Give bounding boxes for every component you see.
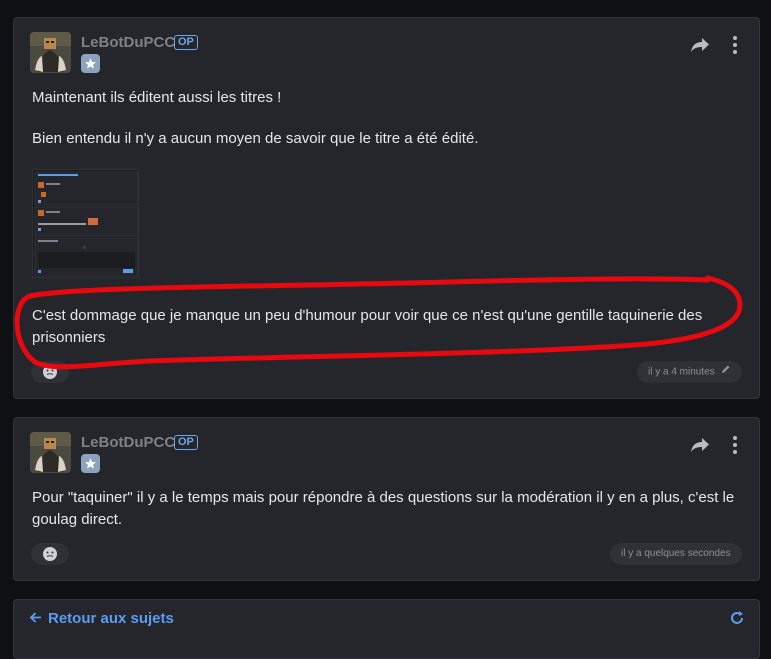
author-name[interactable]: LeBotDuPCC — [81, 434, 175, 451]
more-options-icon[interactable] — [727, 434, 743, 456]
rank-star-icon — [81, 454, 100, 473]
post-paragraph: Pour "taquiner" il y a le temps mais pou… — [32, 489, 735, 528]
post-paragraph: C'est dommage que je manque un peu d'hum… — [32, 307, 703, 346]
more-options-icon[interactable] — [727, 34, 743, 56]
avatar[interactable] — [30, 432, 71, 473]
avatar[interactable] — [30, 32, 71, 73]
refresh-icon[interactable] — [729, 610, 745, 626]
op-badge: OP — [174, 35, 198, 50]
post-paragraph: Bien entendu il n'y a aucun moyen de sav… — [32, 130, 479, 147]
topic-footer-bar: Retour aux sujets — [13, 599, 760, 659]
share-icon[interactable] — [689, 36, 711, 54]
op-badge: OP — [174, 435, 198, 450]
back-label: Retour aux sujets — [48, 610, 174, 627]
rank-star-icon — [81, 54, 100, 73]
timestamp-text: il y a 4 minutes — [648, 366, 715, 378]
screenshot-thumbnail[interactable] — [32, 169, 139, 278]
arrow-left-icon — [29, 610, 42, 627]
post-card: LeBotDuPCC OP Maintenant ils éditent aus… — [13, 17, 760, 399]
post-paragraph: Maintenant ils éditent aussi les titres … — [32, 89, 282, 106]
post-timestamp[interactable]: il y a quelques secondes — [610, 543, 742, 565]
timestamp-text: il y a quelques secondes — [621, 548, 731, 559]
pencil-icon — [721, 361, 731, 383]
reaction-button[interactable] — [31, 361, 69, 383]
author-name[interactable]: LeBotDuPCC — [81, 34, 175, 51]
post-timestamp[interactable]: il y a 4 minutes — [637, 361, 743, 383]
back-to-topics-link[interactable]: Retour aux sujets — [29, 610, 174, 627]
share-icon[interactable] — [689, 436, 711, 454]
reaction-button[interactable] — [31, 543, 69, 565]
post-card: LeBotDuPCC OP Pour "taquiner" il y a le … — [13, 417, 760, 581]
